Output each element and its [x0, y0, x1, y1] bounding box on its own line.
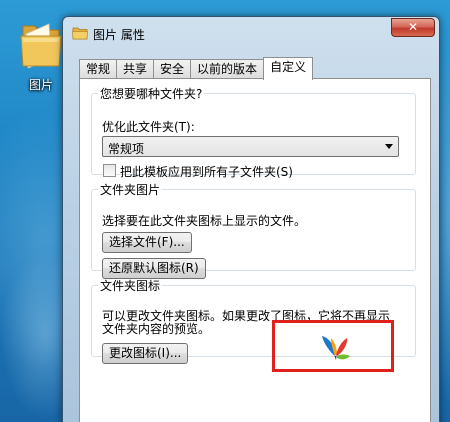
- folder-type-group: 您想要哪种文件夹? 优化此文件夹(T): 常规项 把此模板应用到所有子文件夹(S…: [91, 85, 416, 179]
- folder-picture-description: 选择要在此文件夹图标上显示的文件。: [102, 214, 307, 228]
- folder-icon-description-line2: 文件夹内容的预览。: [102, 322, 211, 336]
- folder-icon: [20, 23, 62, 69]
- folder-picture-group: 文件夹图片 选择要在此文件夹图标上显示的文件。 选择文件(F)... 还原默认图…: [91, 181, 416, 279]
- folder-icon: [72, 27, 88, 40]
- group-legend: 文件夹图片: [100, 183, 161, 197]
- restore-default-button[interactable]: 还原默认图标(R): [102, 258, 206, 279]
- change-icon-button[interactable]: 更改图标(I)...: [102, 343, 189, 364]
- choose-file-button[interactable]: 选择文件(F)...: [102, 232, 192, 253]
- apply-subfolders-checkbox[interactable]: [103, 164, 116, 177]
- highlight-box: [272, 320, 394, 372]
- tab-previous-versions[interactable]: 以前的版本: [190, 59, 265, 79]
- optimize-select-value: 常规项: [108, 142, 145, 156]
- tab-strip: 常规 共享 安全 以前的版本 自定义: [79, 57, 314, 80]
- window-title: 图片 属性: [93, 28, 145, 42]
- close-button[interactable]: ✕: [391, 18, 435, 37]
- optimize-select[interactable]: 常规项: [102, 136, 399, 157]
- apply-subfolders-label[interactable]: 把此模板应用到所有子文件夹(S): [120, 163, 293, 180]
- tab-sharing[interactable]: 共享: [116, 59, 155, 79]
- tab-security[interactable]: 安全: [153, 59, 192, 79]
- chevron-down-icon: [385, 144, 393, 149]
- optimize-label: 优化此文件夹(T):: [102, 120, 195, 134]
- tab-general[interactable]: 常规: [79, 59, 118, 79]
- title-bar[interactable]: 图片 属性 ✕: [63, 17, 439, 49]
- group-legend: 您想要哪种文件夹?: [100, 87, 203, 101]
- group-legend: 文件夹图标: [100, 279, 161, 293]
- tab-customize[interactable]: 自定义: [263, 57, 314, 80]
